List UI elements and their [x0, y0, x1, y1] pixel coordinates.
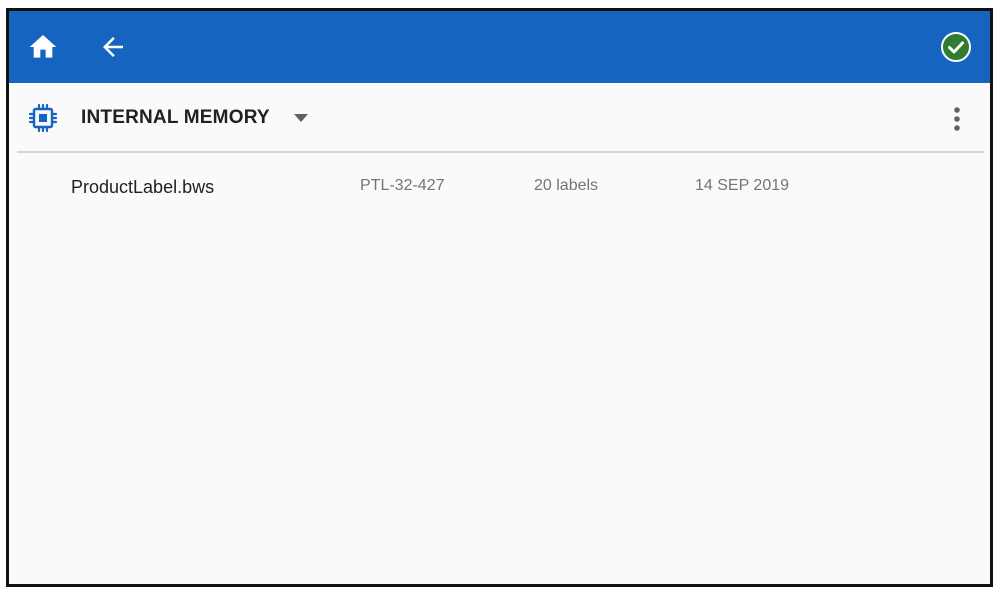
file-name: ProductLabel.bws [71, 177, 215, 197]
home-icon [29, 35, 57, 58]
storage-selector[interactable]: INTERNAL MEMORY [23, 97, 310, 139]
app-window: INTERNAL MEMORY ProductLabel.bws PTL-32-… [6, 8, 993, 587]
more-vert-icon [954, 107, 960, 131]
file-label-count: 20 labels [534, 177, 599, 194]
arrow-back-icon [103, 37, 123, 57]
check-circle-icon [941, 32, 971, 62]
storage-bar: INTERNAL MEMORY [9, 83, 990, 153]
confirm-button[interactable] [936, 27, 976, 67]
file-row[interactable]: ProductLabel.bws PTL-32-427 20 labels 14… [9, 163, 990, 211]
storage-label: INTERNAL MEMORY [81, 107, 270, 128]
home-button[interactable] [23, 27, 63, 67]
file-id: PTL-32-427 [360, 177, 445, 194]
memory-chip-icon [23, 98, 63, 138]
top-toolbar [9, 11, 990, 83]
more-options-button[interactable] [942, 99, 972, 139]
divider [17, 151, 984, 153]
back-button[interactable] [93, 27, 133, 67]
dropdown-triangle-icon [292, 109, 310, 127]
file-date: 14 SEP 2019 [695, 177, 790, 194]
